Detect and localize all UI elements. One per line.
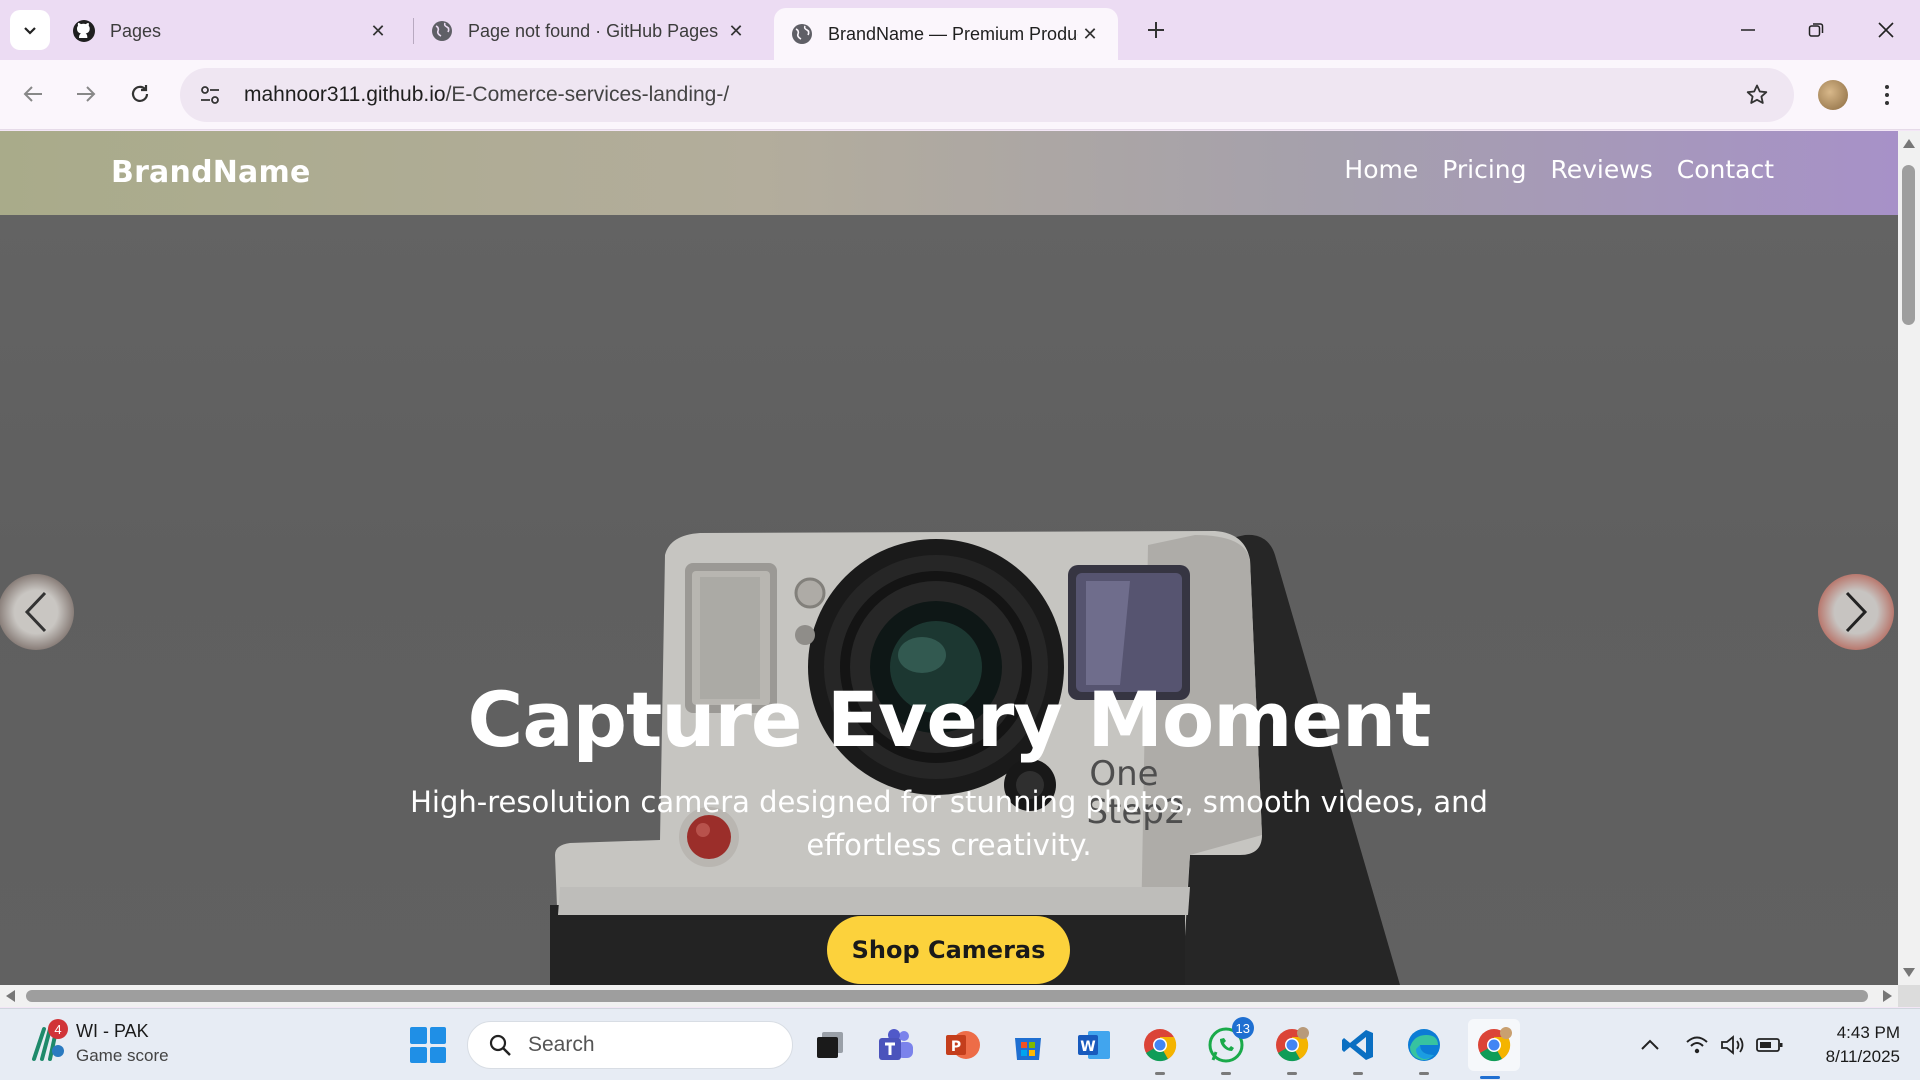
hero-carousel: One Step2 Capture Every Moment High-reso… xyxy=(0,215,1898,985)
horizontal-scrollbar[interactable] xyxy=(0,985,1898,1007)
url-text[interactable]: mahnoor311.github.io/E-Comerce-services-… xyxy=(244,83,729,107)
close-icon xyxy=(1878,22,1894,38)
close-icon[interactable]: ✕ xyxy=(1078,22,1102,46)
clock-date: 8/11/2025 xyxy=(1825,1047,1900,1066)
task-view-icon[interactable] xyxy=(808,1023,852,1067)
scroll-right-icon[interactable] xyxy=(1883,990,1892,1002)
close-icon[interactable]: ✕ xyxy=(724,19,748,43)
teams-icon[interactable] xyxy=(874,1023,918,1067)
scroll-left-icon[interactable] xyxy=(6,990,15,1002)
scrollbar-corner xyxy=(1898,985,1920,1007)
vertical-scrollbar[interactable] xyxy=(1898,131,1920,985)
powerpoint-icon[interactable]: P xyxy=(940,1023,984,1067)
minimize-button[interactable] xyxy=(1714,0,1782,60)
tab-page-not-found[interactable]: Page not found · GitHub Pages ✕ xyxy=(414,8,764,54)
minimize-icon xyxy=(1741,29,1755,31)
browser-menu-icon[interactable] xyxy=(1870,78,1904,112)
tab-title: Pages xyxy=(110,20,162,41)
restore-icon xyxy=(1808,23,1824,37)
carousel-prev-button[interactable] xyxy=(0,574,74,650)
reload-button[interactable] xyxy=(120,74,160,114)
whatsapp-badge: 13 xyxy=(1231,1017,1254,1039)
wifi-icon[interactable] xyxy=(1681,1029,1713,1061)
address-bar[interactable]: mahnoor311.github.io/E-Comerce-services-… xyxy=(180,68,1794,122)
svg-text:P: P xyxy=(951,1039,961,1055)
vscode-icon[interactable] xyxy=(1336,1023,1380,1075)
chevron-right-icon xyxy=(1845,591,1868,633)
chrome-active-icon[interactable] xyxy=(1468,1019,1520,1079)
globe-icon xyxy=(430,19,454,43)
back-button[interactable] xyxy=(13,74,53,114)
hero-subtitle: High-resolution camera designed for stun… xyxy=(410,785,1488,862)
bookmark-star-icon[interactable] xyxy=(1742,80,1772,110)
start-button[interactable] xyxy=(410,1027,446,1063)
volume-icon[interactable] xyxy=(1717,1029,1749,1061)
chrome-profile-icon[interactable] xyxy=(1270,1023,1314,1075)
scroll-up-icon[interactable] xyxy=(1903,139,1915,148)
arrow-left-icon xyxy=(23,86,42,102)
browser-toolbar: mahnoor311.github.io/E-Comerce-services-… xyxy=(0,60,1920,130)
tab-strip: Pages ✕ Page not found · GitHub Pages ✕ … xyxy=(0,0,1920,60)
widget-badge: 4 xyxy=(48,1019,68,1039)
brand-logo[interactable]: BrandName xyxy=(111,155,311,190)
scroll-thumb[interactable] xyxy=(26,990,1868,1002)
taskbar: 4 WI - PAK Game score Search P W 13 4:43… xyxy=(0,1008,1920,1080)
close-window-button[interactable] xyxy=(1852,0,1920,60)
site-settings-icon[interactable] xyxy=(188,73,232,117)
reload-icon xyxy=(131,85,149,102)
forward-button[interactable] xyxy=(66,74,106,114)
url-path: /E-Comerce-services-landing-/ xyxy=(445,83,730,106)
hero-title: Capture Every Moment xyxy=(467,675,1432,764)
site-header: BrandName Home Pricing Reviews Contact xyxy=(0,131,1898,215)
carousel-next-button[interactable] xyxy=(1818,574,1894,650)
url-host: mahnoor311.github.io xyxy=(244,83,446,106)
github-icon xyxy=(72,19,96,43)
search-icon xyxy=(486,1031,514,1059)
chrome-icon[interactable] xyxy=(1138,1023,1182,1075)
globe-icon xyxy=(790,22,814,46)
scroll-down-icon[interactable] xyxy=(1903,968,1915,977)
tab-title: BrandName — Premium Products xyxy=(828,23,1078,44)
taskbar-search[interactable]: Search xyxy=(467,1021,793,1069)
widget-title[interactable]: WI - PAK xyxy=(76,1021,149,1042)
svg-text:W: W xyxy=(1080,1039,1095,1055)
search-placeholder: Search xyxy=(528,1033,595,1056)
word-icon[interactable]: W xyxy=(1072,1023,1116,1067)
chevron-down-icon xyxy=(24,27,36,35)
restore-button[interactable] xyxy=(1782,0,1850,60)
nav-link-home[interactable]: Home xyxy=(1344,155,1418,184)
close-icon[interactable]: ✕ xyxy=(366,19,390,43)
battery-icon[interactable] xyxy=(1754,1029,1786,1061)
widget-subtitle: Game score xyxy=(76,1046,169,1065)
arrow-right-icon xyxy=(77,86,96,102)
nav-link-reviews[interactable]: Reviews xyxy=(1551,155,1653,184)
tab-pages[interactable]: Pages ✕ xyxy=(56,8,406,54)
shop-cameras-button[interactable]: Shop Cameras xyxy=(827,916,1070,984)
page-viewport: BrandName Home Pricing Reviews Contact O… xyxy=(0,131,1898,985)
scroll-thumb[interactable] xyxy=(1902,165,1915,325)
tab-title: Page not found · GitHub Pages xyxy=(468,20,719,41)
tab-brandname[interactable]: BrandName — Premium Products ✕ xyxy=(774,8,1118,60)
tab-search-button[interactable] xyxy=(10,10,50,50)
site-nav: Home Pricing Reviews Contact xyxy=(1344,155,1774,184)
microsoft-store-icon[interactable] xyxy=(1006,1023,1050,1067)
profile-avatar[interactable] xyxy=(1818,80,1848,110)
nav-link-contact[interactable]: Contact xyxy=(1677,155,1774,184)
plus-icon xyxy=(1148,22,1164,38)
system-clock[interactable]: 4:43 PM 8/11/2025 xyxy=(1800,1021,1900,1069)
chevron-up-icon[interactable] xyxy=(1634,1029,1666,1061)
clock-time: 4:43 PM xyxy=(1836,1023,1900,1042)
new-tab-button[interactable] xyxy=(1138,12,1174,48)
chevron-left-icon xyxy=(24,591,47,633)
whatsapp-icon[interactable]: 13 xyxy=(1204,1017,1254,1075)
edge-icon[interactable] xyxy=(1402,1023,1446,1075)
hero-camera-image: One Step2 xyxy=(0,215,1898,985)
nav-link-pricing[interactable]: Pricing xyxy=(1442,155,1526,184)
